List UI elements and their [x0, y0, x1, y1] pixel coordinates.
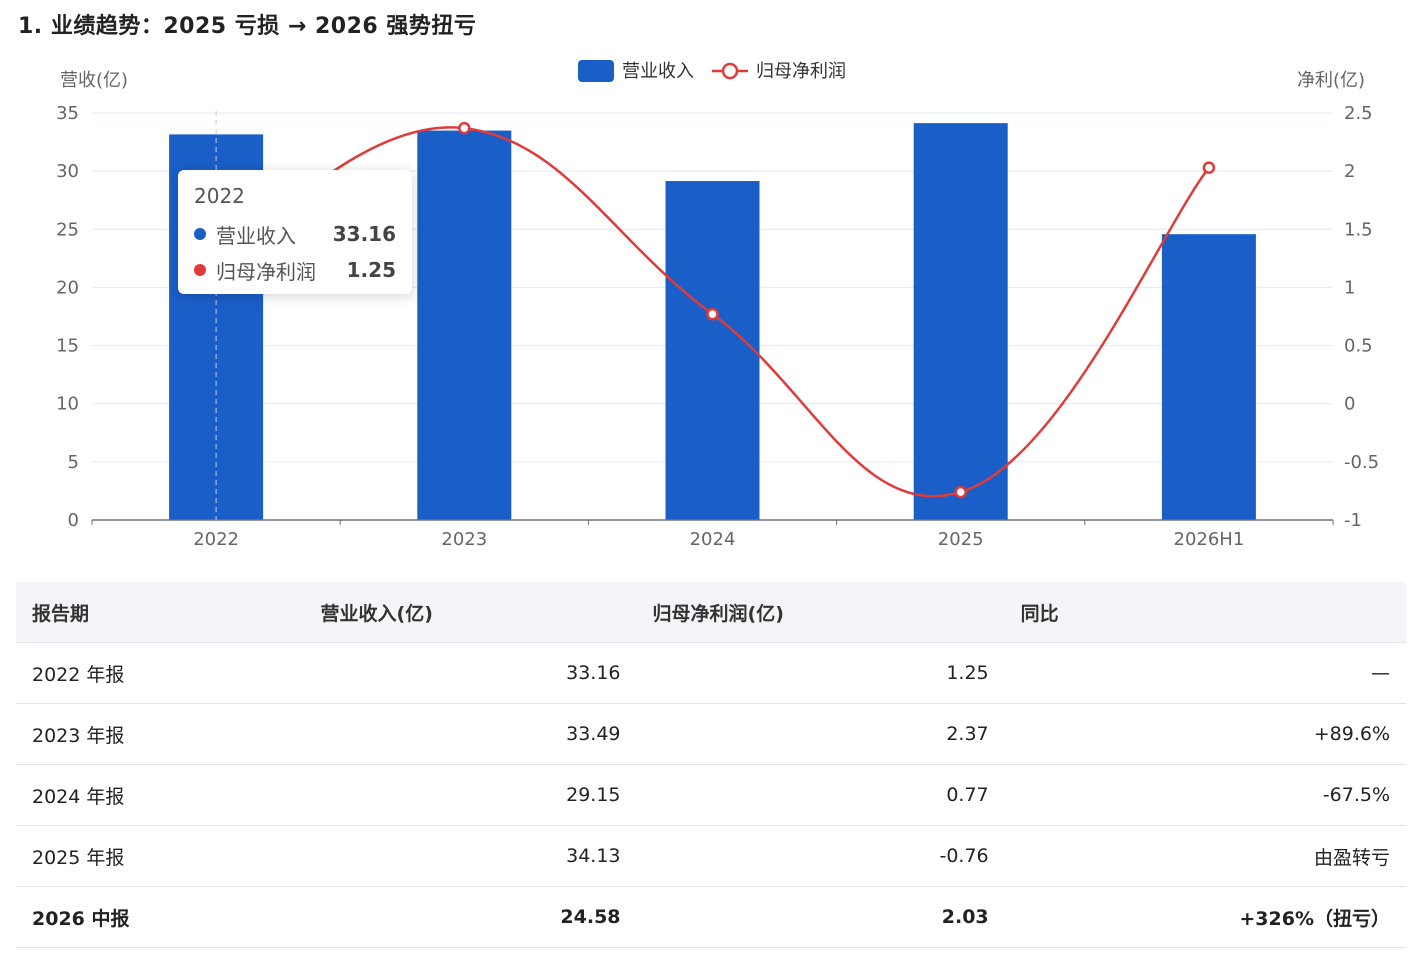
- y-right-tick-label: 0: [1344, 394, 1355, 415]
- cell-period: 2026 中报: [16, 886, 305, 948]
- y-left-axis-label: 营收(亿): [60, 70, 128, 91]
- y-right-axis-label: 净利(亿): [1297, 70, 1365, 91]
- x-tick-label: 2023: [441, 529, 487, 550]
- y-right-tick-label: 2: [1344, 161, 1355, 182]
- cell-period: 2024 年报: [16, 764, 305, 826]
- cell-revenue: 29.15: [304, 764, 637, 826]
- x-tick-label: 2026H1: [1174, 529, 1245, 550]
- profit-point: [954, 485, 967, 499]
- x-tick-label: 2022: [193, 529, 239, 550]
- bar: [417, 130, 512, 520]
- profit-point: [706, 307, 719, 321]
- bar: [1161, 234, 1256, 520]
- cell-yoy: 由盈转亏: [1004, 825, 1406, 887]
- revenue-profit-chart: 05101520253035-1-0.500.511.522.5营收(亿) 净利(…: [56, 60, 1379, 550]
- y-right-tick-label: -0.5: [1344, 452, 1379, 473]
- tooltip-dot-profit: [194, 264, 206, 276]
- cell-yoy: +326%（扭亏）: [1004, 886, 1406, 948]
- cell-profit: -0.76: [636, 825, 1005, 887]
- table-row: 2025 年报 34.13 -0.76 由盈转亏: [16, 825, 1406, 887]
- tooltip-value-profit: 1.25: [346, 258, 396, 282]
- cell-yoy: +89.6%: [1004, 703, 1406, 765]
- financial-table: 报告期 营业收入(亿) 归母净利润(亿) 同比 2022 年报 33.16 1.…: [16, 582, 1406, 948]
- tooltip-label-revenue: 营业收入: [216, 223, 296, 248]
- cell-revenue: 34.13: [304, 825, 637, 887]
- y-left-tick-label: 20: [56, 277, 79, 298]
- cell-profit: 2.37: [636, 703, 1005, 765]
- header-period: 报告期: [16, 582, 305, 643]
- table-row: 2023 年报 33.49 2.37 +89.6%: [16, 703, 1406, 765]
- table-row: 2022 年报 33.16 1.25 —: [16, 642, 1406, 704]
- tooltip-value-revenue: 33.16: [332, 222, 396, 246]
- cell-revenue: 33.49: [304, 703, 637, 765]
- profit-point: [1202, 161, 1216, 174]
- tooltip-row-profit: 归母净利润 1.25: [194, 252, 396, 288]
- legend-swatch-revenue: [578, 60, 614, 82]
- page-title: 1. 业绩趋势：2025 亏损 → 2026 强势扭亏: [18, 14, 477, 39]
- legend-marker-profit: [721, 62, 739, 80]
- y-right-tick-label: 1: [1344, 277, 1355, 298]
- bar: [665, 181, 760, 520]
- tooltip-row-revenue: 营业收入 33.16: [194, 216, 396, 252]
- cell-period: 2023 年报: [16, 703, 305, 765]
- tooltip-title: 2022: [194, 184, 245, 208]
- y-left-tick-label: 30: [56, 161, 79, 182]
- table-row: 2026 中报 24.58 2.03 +326%（扭亏）: [16, 886, 1406, 948]
- y-left-tick-label: 25: [56, 219, 79, 240]
- x-tick-label: 2025: [938, 529, 984, 550]
- profit-point: [458, 121, 471, 135]
- cell-profit: 0.77: [636, 764, 1005, 826]
- cell-profit: 1.25: [636, 642, 1005, 704]
- cell-revenue: 33.16: [304, 642, 637, 704]
- chart-tooltip: 2022 营业收入 33.16 归母净利润 1.25: [178, 170, 412, 294]
- y-right-tick-label: -1: [1344, 510, 1362, 531]
- y-left-tick-label: 35: [56, 103, 79, 124]
- header-profit: 归母净利润(亿): [636, 582, 1005, 643]
- cell-profit: 2.03: [636, 886, 1005, 948]
- x-tick-label: 2024: [690, 529, 736, 550]
- legend-label-revenue: 营业收入: [622, 61, 694, 82]
- bar: [913, 123, 1008, 521]
- tooltip-dot-revenue: [194, 228, 206, 240]
- table-header-row: 报告期 营业收入(亿) 归母净利润(亿) 同比: [16, 582, 1406, 643]
- cell-revenue: 24.58: [304, 886, 637, 948]
- y-right-tick-label: 0.5: [1344, 336, 1373, 357]
- cell-period: 2022 年报: [16, 642, 305, 704]
- cell-yoy: —: [1004, 642, 1406, 704]
- cell-period: 2025 年报: [16, 825, 305, 887]
- y-left-tick-label: 15: [56, 336, 79, 357]
- table-row: 2024 年报 29.15 0.77 -67.5%: [16, 764, 1406, 826]
- y-right-tick-label: 2.5: [1344, 103, 1373, 124]
- header-yoy: 同比: [1004, 582, 1406, 643]
- y-left-tick-label: 0: [68, 510, 79, 531]
- legend-label-profit: 归母净利润: [756, 61, 846, 82]
- y-right-tick-label: 1.5: [1344, 219, 1373, 240]
- cell-yoy: -67.5%: [1004, 764, 1406, 826]
- y-left-tick-label: 10: [56, 394, 79, 415]
- y-left-tick-label: 5: [68, 452, 79, 473]
- header-revenue: 营业收入(亿): [304, 582, 637, 643]
- tooltip-label-profit: 归母净利润: [216, 259, 316, 284]
